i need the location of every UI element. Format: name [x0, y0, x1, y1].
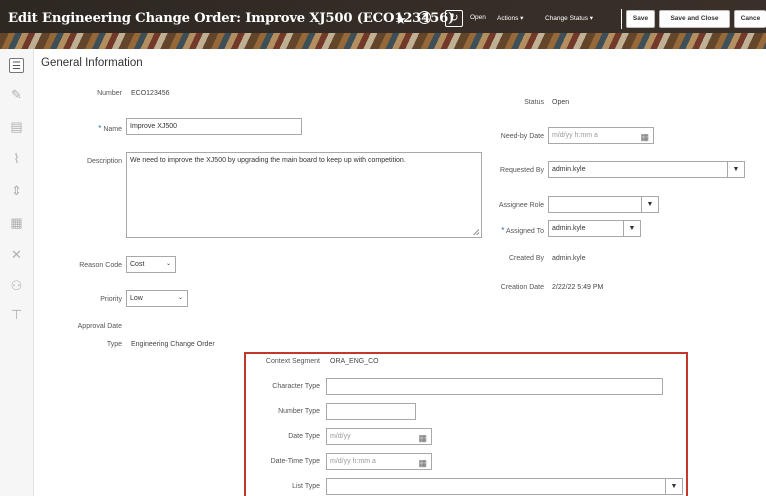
need-by-date-label: Need-by Date — [500, 133, 544, 140]
status-value: Open — [552, 99, 570, 106]
date-type-input[interactable]: m/d/yy ▦ — [326, 428, 432, 445]
dropdown-arrow-icon[interactable]: ▼ — [727, 162, 744, 177]
context-segment-value: ORA_ENG_CO — [330, 358, 379, 365]
number-type-label: Number Type — [278, 408, 320, 415]
calendar-icon[interactable]: ▦ — [418, 431, 427, 444]
date-time-type-label: Date-Time Type — [270, 458, 320, 465]
number-label: Number — [97, 90, 122, 97]
chevron-down-icon: ⌄ — [165, 261, 171, 267]
section-title: General Information — [41, 57, 143, 69]
type-value: Engineering Change Order — [131, 341, 215, 348]
header-divider — [621, 9, 622, 29]
save-button[interactable]: Save — [626, 10, 655, 28]
date-time-type-input[interactable]: m/d/yy h:mm a ▦ — [326, 453, 432, 470]
assigned-to-label: * Assigned To — [501, 226, 544, 235]
change-status-menu[interactable]: Change Status ▾ — [545, 14, 593, 22]
structure-icon[interactable]: ▦ — [9, 215, 24, 230]
list-icon[interactable]: ☰ — [9, 58, 24, 73]
reason-code-label: Reason Code — [79, 262, 122, 269]
actions-menu[interactable]: Actions ▾ — [497, 14, 523, 22]
context-segment-highlight — [244, 352, 688, 496]
hierarchy-icon[interactable]: ⊤ — [9, 307, 24, 322]
requested-by-select[interactable]: admin.kyle ▼ — [548, 161, 745, 178]
assignee-role-select[interactable]: ▼ — [548, 196, 659, 213]
creation-date-label: Creation Date — [500, 284, 544, 291]
number-type-input[interactable] — [326, 403, 416, 420]
need-by-date-input[interactable]: m/d/yy h:mm a ▦ — [548, 127, 654, 144]
dropdown-arrow-icon[interactable]: ▼ — [665, 479, 682, 494]
list-type-label: List Type — [292, 483, 320, 490]
requested-by-label: Requested By — [500, 167, 544, 174]
refresh-button[interactable]: ↻ — [445, 10, 463, 27]
character-type-input[interactable] — [326, 378, 663, 395]
assignee-role-label: Assignee Role — [498, 202, 544, 209]
status-label: Status — [524, 99, 544, 106]
save-and-close-button[interactable]: Save and Close — [659, 10, 730, 28]
resize-handle-icon[interactable] — [473, 229, 479, 235]
attachment-icon[interactable]: ⌇ — [9, 151, 24, 166]
name-label: * Name — [98, 124, 122, 133]
list-type-select[interactable]: ▼ — [326, 478, 683, 495]
reason-code-select[interactable]: Cost ⌄ — [126, 256, 176, 273]
assigned-to-select[interactable]: admin.kyle ▼ — [548, 220, 641, 237]
created-by-label: Created By — [508, 255, 544, 262]
creation-date-value: 2/22/22 5:49 PM — [552, 284, 604, 291]
description-textarea[interactable]: We need to improve the XJ500 by upgradin… — [126, 152, 482, 238]
dropdown-arrow-icon[interactable]: ▼ — [641, 197, 658, 212]
favorite-star-icon[interactable]: ★ — [395, 12, 407, 28]
cancel-button[interactable]: Cance — [734, 10, 766, 28]
required-indicator: * — [98, 124, 102, 133]
header-decorative-band — [0, 33, 766, 49]
created-by-value: admin.kyle — [552, 255, 586, 262]
calendar-icon[interactable]: ▦ — [418, 456, 427, 469]
approval-date-label: Approval Date — [77, 323, 122, 330]
dropdown-arrow-icon[interactable]: ▼ — [623, 221, 640, 236]
page-title: Edit Engineering Change Order: Improve X… — [8, 11, 455, 26]
status-open-label: Open — [470, 14, 486, 21]
checklist-icon[interactable]: ▤ — [9, 119, 24, 134]
side-navigation-rail: ☰ ✎ ▤ ⌇ ⇕ ▦ ✕ ⚇ ⊤ — [0, 49, 34, 496]
people-icon[interactable]: ⚇ — [9, 278, 24, 293]
name-input[interactable]: Improve XJ500 — [126, 118, 302, 135]
context-segment-label: Context Segment — [265, 358, 320, 365]
number-value: ECO123456 — [131, 90, 170, 97]
help-icon[interactable]: ? — [418, 11, 431, 24]
calendar-icon[interactable]: ▦ — [640, 130, 649, 143]
page-header: Edit Engineering Change Order: Improve X… — [0, 0, 766, 49]
character-type-label: Character Type — [272, 383, 320, 390]
chevron-down-icon: ⌄ — [177, 295, 183, 301]
priority-label: Priority — [100, 296, 122, 303]
priority-select[interactable]: Low ⌄ — [126, 290, 188, 307]
description-text: We need to improve the XJ500 by upgradin… — [130, 157, 406, 164]
type-label: Type — [106, 341, 122, 348]
split-icon[interactable]: ⇕ — [9, 183, 24, 198]
network-icon[interactable]: ✕ — [9, 247, 24, 262]
required-indicator: * — [501, 226, 505, 235]
date-type-label: Date Type — [288, 433, 320, 440]
description-label: Description — [86, 158, 122, 165]
edit-icon[interactable]: ✎ — [9, 87, 24, 102]
